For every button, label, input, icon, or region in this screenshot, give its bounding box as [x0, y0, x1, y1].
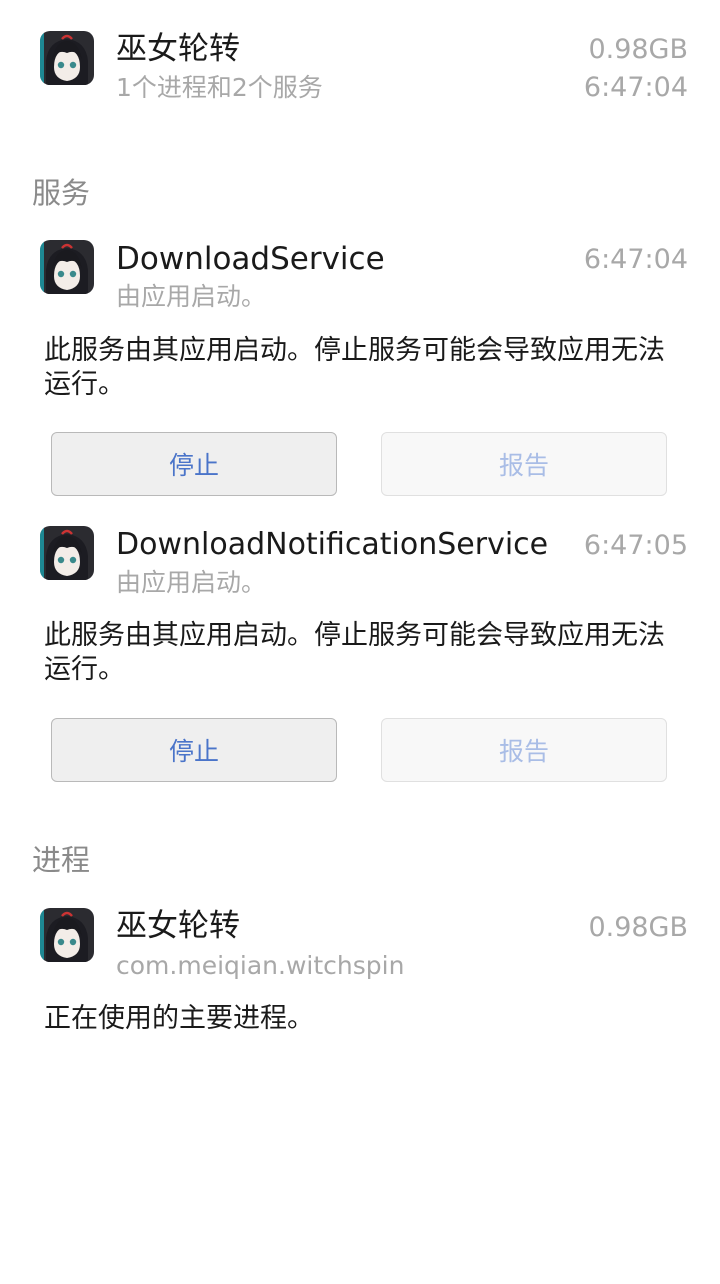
service-icon [40, 526, 94, 580]
app-summary: 1个进程和2个服务 [116, 73, 323, 102]
running-app-detail: 巫女轮转 1个进程和2个服务 0.98GB 6:47:04 服务 Downloa… [0, 0, 720, 1284]
service-time: 6:47:05 [583, 530, 688, 561]
service-started-by: 由应用启动。 [116, 282, 267, 311]
services-section-header: 服务 [32, 176, 91, 210]
app-time: 6:47:04 [583, 72, 688, 103]
process-icon [40, 908, 94, 962]
app-name: 巫女轮转 [116, 31, 240, 67]
service-name: DownloadNotificationService [116, 527, 549, 562]
app-memory: 0.98GB [588, 34, 688, 65]
service-description: 此服务由其应用启动。停止服务可能会导致应用无法运行。 [44, 620, 665, 685]
process-memory: 0.98GB [588, 912, 688, 943]
process-description: 正在使用的主要进程。 [44, 1003, 314, 1034]
app-icon [40, 31, 94, 85]
report-service-button[interactable]: 报告 [381, 432, 667, 496]
process-name: 巫女轮转 [116, 908, 240, 944]
report-service-button[interactable]: 报告 [381, 718, 667, 782]
service-started-by: 由应用启动。 [116, 568, 267, 597]
processes-section-header: 进程 [32, 843, 91, 877]
service-time: 6:47:04 [583, 244, 688, 275]
stop-service-button[interactable]: 停止 [51, 718, 337, 782]
stop-service-button[interactable]: 停止 [51, 432, 337, 496]
service-icon [40, 240, 94, 294]
process-package: com.meiqian.witchspin [116, 951, 405, 980]
service-description: 此服务由其应用启动。停止服务可能会导致应用无法运行。 [44, 335, 665, 400]
service-name: DownloadService [116, 241, 385, 277]
